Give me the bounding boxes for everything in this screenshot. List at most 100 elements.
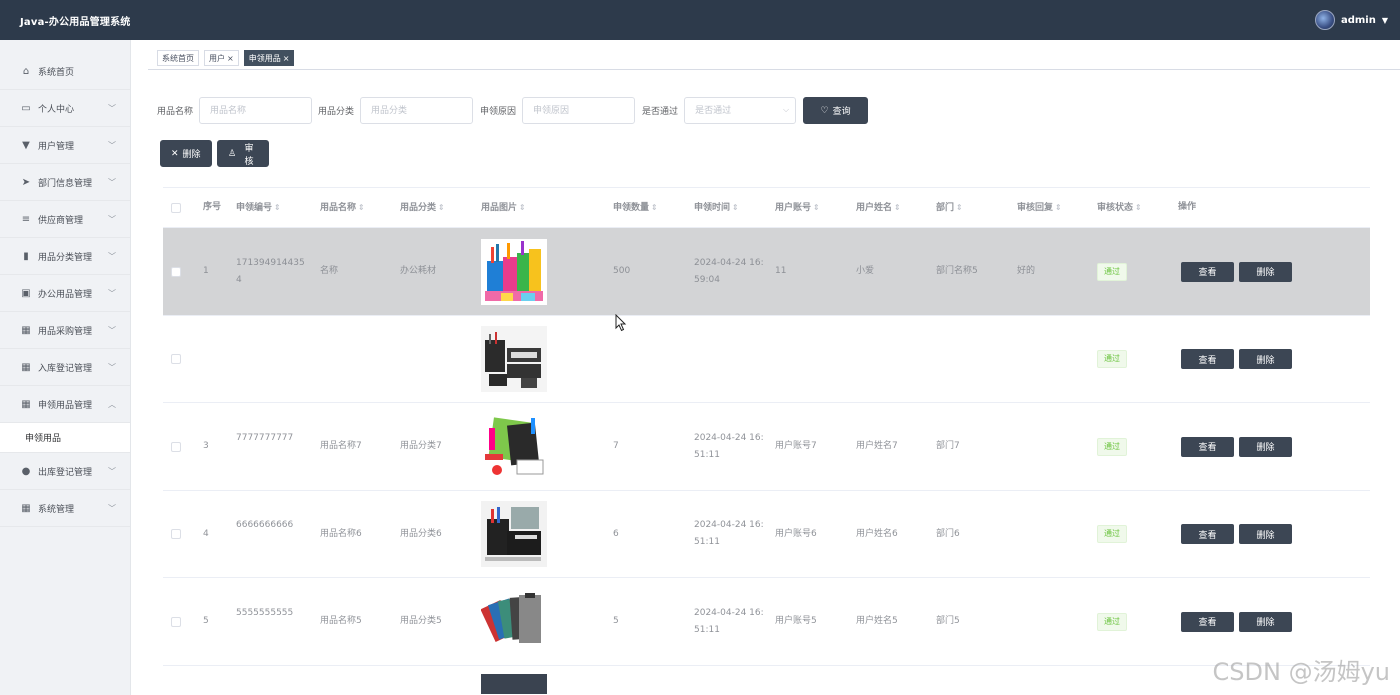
tab[interactable]: 申领用品 × xyxy=(243,50,295,66)
row-checkbox[interactable] xyxy=(171,529,181,540)
table-row[interactable]: 3 用品名称7 用品分类7 7 用户账号7 用户姓名7 部门7 7777777777 2024-… xyxy=(163,403,1370,491)
sidebar-item[interactable]: ⌂ 系统首页 xyxy=(0,53,130,90)
sort-icon[interactable]: ⇕ xyxy=(956,203,963,212)
query-button-label: 查询 xyxy=(832,107,851,117)
sort-icon[interactable]: ⇕ xyxy=(1055,203,1062,212)
sidebar-item[interactable]: ≡ 供应商管理 ﹀ xyxy=(0,201,130,238)
close-icon[interactable]: × xyxy=(283,54,290,63)
chevron-up-icon: ︿ xyxy=(108,399,116,409)
sidebar-item-label: 系统管理 xyxy=(38,504,75,515)
sidebar-item[interactable]: ▦ 系统管理 ﹀ xyxy=(0,490,130,527)
delete-button[interactable]: 删除 xyxy=(1239,524,1292,545)
status-badge: 通过 xyxy=(1097,525,1127,544)
column-header[interactable]: 用品名称 ⇕ xyxy=(320,199,365,217)
column-header[interactable]: 审核回复 ⇕ xyxy=(1017,199,1062,217)
delete-button[interactable]: 删除 xyxy=(1239,261,1292,282)
table-row[interactable]: 5 用品名称5 用品分类5 5 用户账号5 用户姓名5 部门5 5555555555 2024-… xyxy=(163,578,1370,666)
view-button[interactable]: 查看 xyxy=(1181,524,1234,545)
search-form: 用品名称 用品分类 申领原因 是否通过 ⌵ ♡ 查询 xyxy=(157,97,869,124)
sort-icon[interactable]: ⇕ xyxy=(358,203,365,212)
column-header[interactable]: 审核状态 ⇕ xyxy=(1097,199,1142,217)
view-button[interactable]: 查看 xyxy=(1181,611,1234,632)
column-header[interactable]: 用户姓名 ⇕ xyxy=(856,199,901,217)
table-row[interactable]: 4 用品名称6 用品分类6 6 用户账号6 用户姓名6 部门6 6666666666 2024-… xyxy=(163,491,1370,578)
column-header[interactable]: 申领编号 ⇕ xyxy=(236,199,281,217)
delete-button[interactable]: 删除 xyxy=(1239,611,1292,632)
tab[interactable]: 用户 × xyxy=(204,50,239,66)
sidebar-item[interactable]: ▣ 办公用品管理 ﹀ xyxy=(0,275,130,312)
sidebar-item[interactable]: ➤ 部门信息管理 ﹀ xyxy=(0,164,130,201)
avatar[interactable] xyxy=(1314,10,1335,30)
sort-icon[interactable]: ⇕ xyxy=(438,203,445,212)
batch-delete-button[interactable]: ✕ 删除 xyxy=(160,140,212,167)
column-header: 序号 xyxy=(203,199,221,216)
reason-input[interactable] xyxy=(522,97,636,124)
sidebar-item[interactable]: ▭ 个人中心 ﹀ xyxy=(0,90,130,127)
delete-button[interactable]: 删除 xyxy=(1239,349,1292,370)
username[interactable]: admin xyxy=(1341,15,1376,26)
sort-icon[interactable]: ⇕ xyxy=(732,203,739,212)
sort-icon[interactable]: ⇕ xyxy=(274,203,281,212)
sort-icon[interactable]: ⇕ xyxy=(1135,203,1142,212)
caret-down-icon[interactable]: ▼ xyxy=(1382,16,1388,25)
chevron-down-icon: ﹀ xyxy=(108,177,116,187)
sidebar-item[interactable]: ▼ 用户管理 ﹀ xyxy=(0,127,130,164)
sidebar-item[interactable]: ▦ 申领用品管理 ︿ xyxy=(0,386,130,423)
delete-button[interactable]: 删除 xyxy=(1239,436,1292,457)
sort-icon[interactable]: ⇕ xyxy=(894,203,901,212)
close-icon[interactable]: × xyxy=(227,54,234,63)
user-menu[interactable]: admin ▼ xyxy=(1314,10,1388,30)
row-checkbox[interactable] xyxy=(171,266,181,277)
approved-select-input[interactable] xyxy=(684,97,797,124)
column-header[interactable]: 用品分类 ⇕ xyxy=(400,199,445,217)
view-button[interactable]: 查看 xyxy=(1181,261,1234,282)
category-input[interactable] xyxy=(360,97,474,124)
sort-icon[interactable]: ⇕ xyxy=(651,203,658,212)
sidebar-item[interactable]: ▦ 用品采购管理 ﹀ xyxy=(0,312,130,349)
column-header[interactable]: 用品图片 ⇕ xyxy=(481,199,526,217)
tab[interactable]: 系统首页 xyxy=(157,50,199,66)
row-checkbox[interactable] xyxy=(171,616,181,627)
column-header[interactable]: 申领时间 ⇕ xyxy=(694,199,739,217)
sidebar-item-label: 供应商管理 xyxy=(38,215,84,226)
action-bar: ✕ 删除 ♙ 审核 xyxy=(160,140,269,167)
row-checkbox[interactable] xyxy=(171,441,181,452)
sidebar-item-label: 部门信息管理 xyxy=(38,178,93,189)
bar-chart-icon: ▮ xyxy=(23,250,29,262)
column-header[interactable]: 申领数量 ⇕ xyxy=(613,199,658,217)
sort-icon[interactable]: ⇕ xyxy=(519,203,526,212)
cell-dept: 部门名称5 xyxy=(936,266,978,277)
column-header-label: 序号 xyxy=(203,202,222,212)
status-badge: 通过 xyxy=(1097,262,1127,281)
row-checkbox[interactable] xyxy=(171,354,181,365)
column-header-label: 申领数量 xyxy=(613,203,650,213)
product-image xyxy=(481,501,547,568)
cell-code: 4 xyxy=(236,274,242,285)
sidebar-item-label: 入库登记管理 xyxy=(38,363,93,374)
column-header[interactable]: 部门 ⇕ xyxy=(936,199,963,217)
query-button[interactable]: ♡ 查询 xyxy=(803,97,869,124)
sidebar-item[interactable]: ● 出库登记管理 ﹀ xyxy=(0,453,130,490)
approved-select[interactable]: ⌵ xyxy=(684,97,797,124)
name-input[interactable] xyxy=(199,97,313,124)
column-header-label: 用户账号 xyxy=(775,203,812,213)
cell-username: 小爱 xyxy=(856,266,875,277)
grid-icon: ▦ xyxy=(21,324,31,336)
column-header[interactable]: 用户账号 ⇕ xyxy=(775,199,820,217)
table-row[interactable]: 1 名称 办公耗材 500 11 小爱 部门名称5 好的 171394914435 4 2024-0… xyxy=(163,228,1370,316)
sort-icon[interactable]: ⇕ xyxy=(813,203,820,212)
view-button[interactable]: 查看 xyxy=(1181,349,1234,370)
cell-dept: 部门6 xyxy=(936,528,960,539)
select-all-checkbox[interactable] xyxy=(171,203,181,213)
cell-code: 5555555555 xyxy=(236,607,294,618)
view-button[interactable]: 查看 xyxy=(1181,436,1234,457)
sidebar-item[interactable]: ▮ 用品分类管理 ﹀ xyxy=(0,238,130,275)
sidebar-subitem-active[interactable]: 申领用品 xyxy=(0,423,130,453)
heart-icon: ♡ xyxy=(820,105,829,116)
table-row[interactable]: 通过 查看 删除 xyxy=(163,316,1370,403)
review-button[interactable]: ♙ 审核 xyxy=(217,140,269,167)
sidebar-item[interactable]: ▦ 入库登记管理 ﹀ xyxy=(0,349,130,386)
cell-code: 6666666666 xyxy=(236,520,294,531)
cell-account: 11 xyxy=(775,266,787,277)
column-header-label: 用品分类 xyxy=(400,203,437,213)
